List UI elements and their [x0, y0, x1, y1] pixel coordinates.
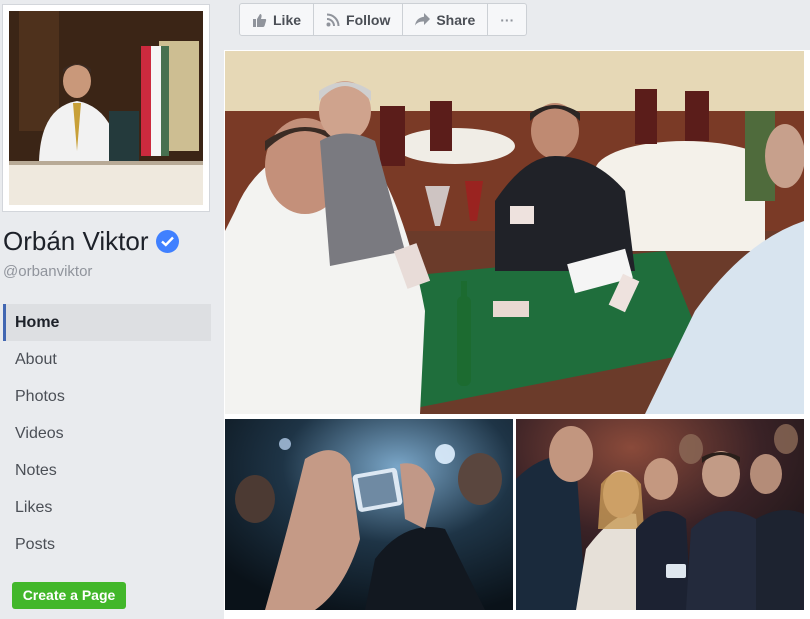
nav-item-videos[interactable]: Videos	[3, 415, 211, 452]
like-button[interactable]: Like	[240, 4, 315, 35]
create-page-button[interactable]: Create a Page	[12, 582, 126, 609]
page-name-text[interactable]: Orbán Viktor	[3, 226, 148, 257]
nav-item-likes[interactable]: Likes	[3, 489, 211, 526]
follow-button[interactable]: Follow	[314, 4, 404, 35]
more-options-button[interactable]: ···	[488, 4, 526, 35]
more-label: ···	[500, 11, 515, 28]
verified-check-icon	[156, 230, 180, 253]
share-arrow-icon	[415, 13, 431, 26]
photo-phone-recording[interactable]	[225, 419, 513, 610]
page-nav: Home About Photos Videos Notes Likes Pos…	[3, 304, 211, 563]
sidebar: Orbán Viktor @orbanviktor Home About Pho…	[0, 0, 224, 619]
nav-item-notes[interactable]: Notes	[3, 452, 211, 489]
page-name[interactable]: Orbán Viktor	[3, 226, 180, 257]
action-bar: Like Follow Share ···	[224, 0, 810, 50]
rss-icon	[326, 13, 340, 27]
nav-item-posts[interactable]: Posts	[3, 526, 211, 563]
nav-item-photos[interactable]: Photos	[3, 378, 211, 415]
thumbs-up-icon	[252, 13, 267, 27]
action-button-group: Like Follow Share ···	[239, 3, 528, 36]
like-label: Like	[273, 11, 302, 28]
nav-item-about[interactable]: About	[3, 341, 211, 378]
share-button[interactable]: Share	[403, 4, 489, 35]
photo-selfie-crowd[interactable]	[516, 419, 804, 610]
follow-label: Follow	[346, 11, 391, 28]
profile-picture[interactable]	[9, 11, 203, 205]
nav-item-home[interactable]: Home	[3, 304, 211, 341]
cover-photo-card-game[interactable]	[225, 51, 804, 414]
share-label: Share	[436, 11, 476, 28]
profile-picture-frame[interactable]	[2, 4, 210, 212]
page-handle[interactable]: @orbanviktor	[3, 263, 92, 280]
main-content: Like Follow Share ···	[224, 0, 810, 619]
